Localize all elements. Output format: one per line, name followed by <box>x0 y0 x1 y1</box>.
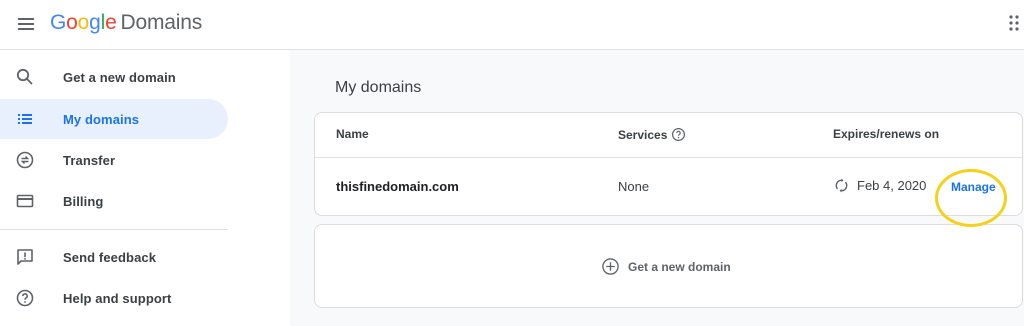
credit-card-icon <box>16 194 34 208</box>
sidebar-item-label: Billing <box>63 193 104 209</box>
table-divider <box>315 157 1022 158</box>
page-title: My domains <box>335 79 422 96</box>
list-icon <box>18 114 32 124</box>
sidebar-item-send-feedback[interactable]: Send feedback <box>0 237 228 277</box>
sidebar-item-billing[interactable]: Billing <box>0 181 228 221</box>
logo-letter: e <box>105 11 117 34</box>
hamburger-menu-icon[interactable] <box>14 12 38 36</box>
domain-services: None <box>618 179 650 194</box>
sidebar-item-transfer[interactable]: Transfer <box>0 140 228 180</box>
apps-grid-icon[interactable] <box>1009 14 1021 32</box>
logo-letter: o <box>77 11 90 34</box>
logo-letter: g <box>89 11 101 34</box>
main-content: My domains Name Services Expires/renews … <box>290 50 1024 326</box>
auto-renew-icon <box>835 178 848 193</box>
get-new-domain-card[interactable]: Get a new domain <box>314 224 1023 308</box>
sidebar: Get a new domain My domains Transfer Bil… <box>0 50 290 326</box>
manage-button[interactable]: Manage <box>951 180 996 194</box>
column-header-label: Services <box>618 127 668 142</box>
column-header-services: Services <box>618 127 686 142</box>
get-new-domain-label: Get a new domain <box>628 259 731 274</box>
transfer-icon <box>16 151 34 169</box>
sidebar-divider <box>0 229 228 230</box>
sidebar-item-help-and-support[interactable]: Help and support <box>0 278 228 318</box>
sidebar-item-label: Transfer <box>63 152 116 168</box>
expiry-date: Feb 4, 2020 <box>857 178 927 193</box>
get-new-domain-button[interactable]: Get a new domain <box>601 257 731 276</box>
sidebar-item-my-domains[interactable]: My domains <box>0 99 228 139</box>
google-domains-logo[interactable]: Google Domains <box>50 9 202 37</box>
domains-table: Name Services Expires/renews on thisfine… <box>314 112 1023 216</box>
sidebar-item-label: My domains <box>63 111 140 127</box>
sidebar-item-get-new-domain[interactable]: Get a new domain <box>0 57 228 97</box>
column-header-expires: Expires/renews on <box>833 127 940 141</box>
logo-letter: G <box>50 11 67 34</box>
sidebar-item-label: Send feedback <box>63 249 157 265</box>
domain-expiry: Feb 4, 2020 <box>834 178 926 193</box>
sidebar-item-label: Get a new domain <box>63 69 176 85</box>
logo-product-name: Domains <box>120 11 203 34</box>
search-icon <box>16 68 33 85</box>
domain-name: thisfinedomain.com <box>336 179 459 194</box>
column-header-name: Name <box>336 127 369 141</box>
help-circle-icon[interactable] <box>671 127 686 142</box>
logo-letter: o <box>66 11 78 34</box>
feedback-icon <box>17 249 33 265</box>
top-app-bar: Google Domains <box>0 0 1024 50</box>
add-circle-icon <box>602 258 619 275</box>
sidebar-item-label: Help and support <box>63 290 172 306</box>
help-icon <box>16 289 34 307</box>
